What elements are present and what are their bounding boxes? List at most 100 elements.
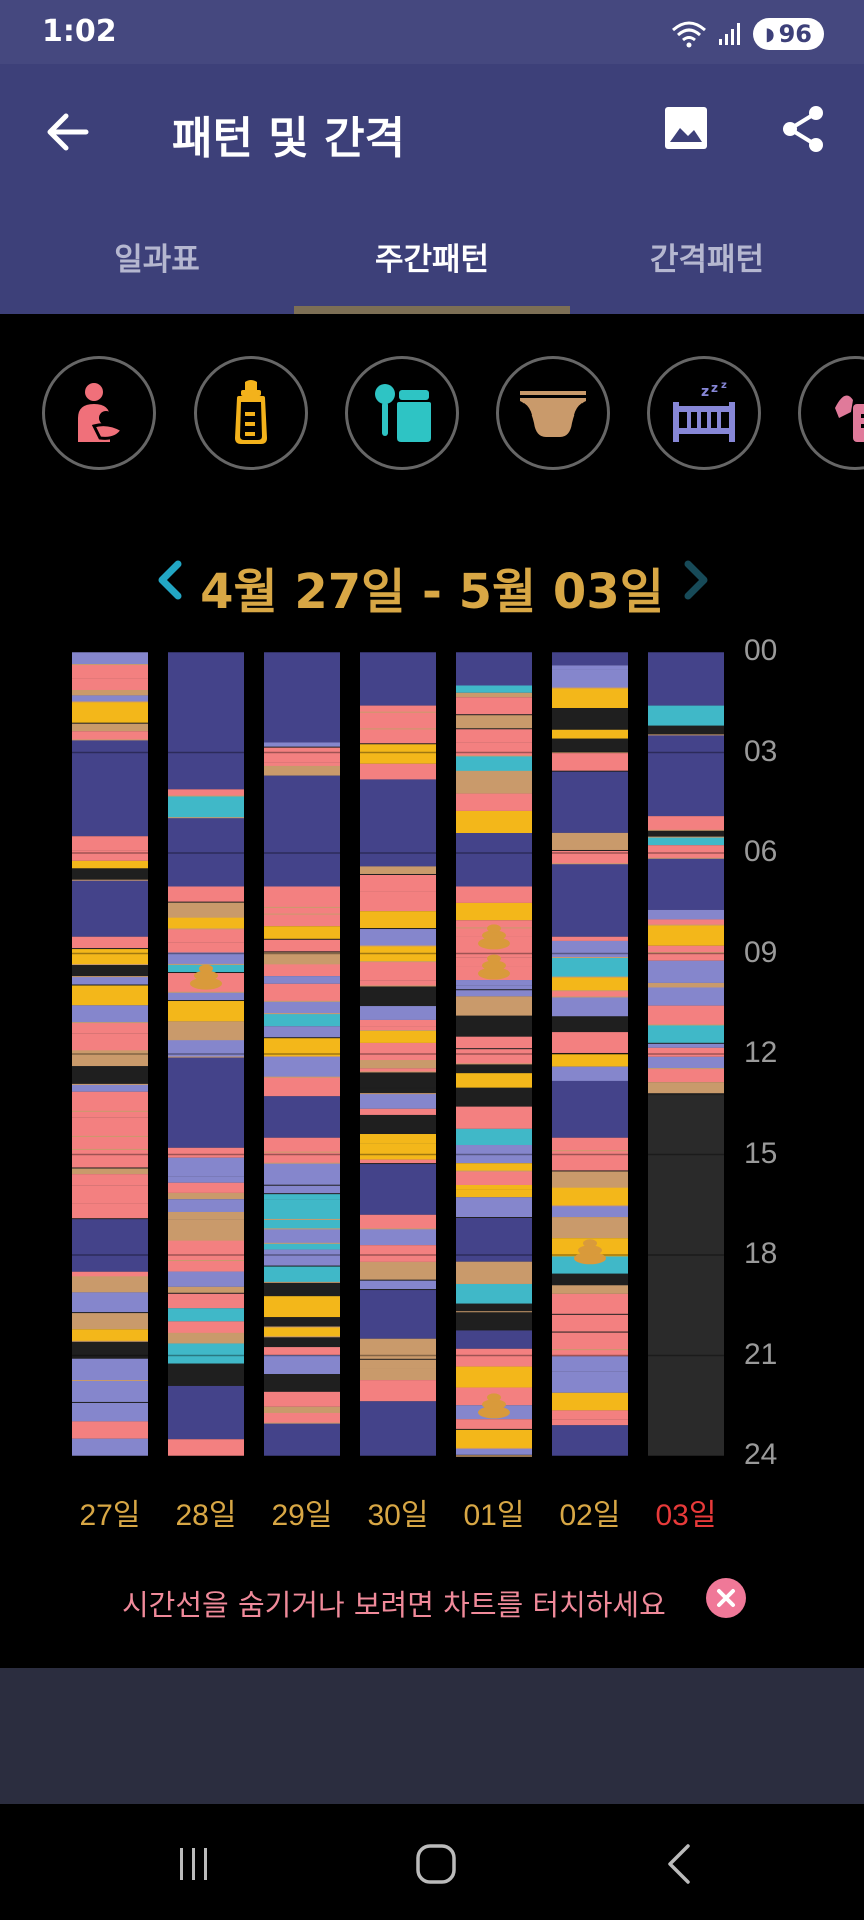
- activity-segment: [456, 1049, 532, 1065]
- close-icon: [717, 1589, 735, 1607]
- activity-segment: [264, 1266, 340, 1283]
- activity-segment: [552, 1356, 628, 1372]
- tab-interval-pattern[interactable]: 간격패턴: [582, 234, 832, 279]
- activity-segment: [168, 1286, 244, 1294]
- svg-text:z: z: [701, 384, 709, 400]
- pump-icon: [835, 395, 864, 442]
- day-tick-label: 02일: [559, 1499, 621, 1532]
- back-button[interactable]: [40, 104, 96, 160]
- system-navigation-bar: [0, 1804, 864, 1920]
- hour-tick-label: 09: [744, 935, 778, 969]
- activity-segment: [264, 1194, 340, 1200]
- activity-segment: [264, 1337, 340, 1348]
- activity-segment: [456, 1312, 532, 1331]
- activity-segment: [552, 708, 628, 730]
- activity-segment: [360, 744, 436, 764]
- activity-segment: [456, 1171, 532, 1185]
- activity-segment: [552, 1410, 628, 1420]
- activity-segment: [72, 850, 148, 861]
- pump-filter[interactable]: [798, 356, 864, 470]
- activity-segment: [360, 1380, 436, 1402]
- image-button[interactable]: [662, 104, 718, 160]
- activity-segment: [360, 891, 436, 912]
- activity-segment: [360, 1061, 436, 1069]
- activity-segment: [456, 1036, 532, 1050]
- activity-segment: [264, 1391, 340, 1407]
- activity-segment: [168, 1261, 244, 1272]
- activity-segment: [648, 1047, 724, 1057]
- activity-segment: [72, 1329, 148, 1342]
- activity-segment: [168, 1308, 244, 1322]
- home-button[interactable]: [396, 1834, 476, 1894]
- status-icons: ◗ 96: [671, 18, 824, 50]
- activity-segment: [648, 909, 724, 920]
- activity-segment: [648, 837, 724, 846]
- activity-segment: [168, 1001, 244, 1022]
- activity-segment: [264, 1185, 340, 1195]
- activity-segment: [552, 832, 628, 851]
- activity-segment: [648, 960, 724, 983]
- activity-segment: [360, 1134, 436, 1144]
- next-week-button[interactable]: [676, 548, 716, 612]
- sleep-filter[interactable]: z z z: [647, 356, 761, 470]
- activity-segment: [72, 1066, 148, 1079]
- bottle-filter[interactable]: [194, 356, 308, 470]
- activity-segment: [648, 1043, 724, 1048]
- activity-segment: [72, 1277, 148, 1293]
- activity-segment: [456, 1128, 532, 1146]
- activity-segment: [72, 1111, 148, 1118]
- share-button[interactable]: [778, 104, 834, 160]
- day-tick-label: 01일: [463, 1499, 525, 1532]
- activity-segment: [552, 958, 628, 978]
- activity-segment: [168, 1271, 244, 1287]
- activity-segment: [456, 833, 532, 887]
- activity-segment: [72, 1203, 148, 1220]
- day-tick-label: 29일: [271, 1499, 333, 1532]
- tab-daily-schedule[interactable]: 일과표: [32, 234, 282, 279]
- activity-segment: [168, 952, 244, 965]
- activity-segment: [264, 983, 340, 1002]
- activity-segment: [72, 1117, 148, 1137]
- activity-segment: [360, 1290, 436, 1339]
- diaper-icon: [520, 391, 586, 437]
- activity-segment: [168, 1219, 244, 1241]
- activity-separator: [648, 1093, 724, 1096]
- activity-segment: [72, 740, 148, 837]
- activity-segment: [72, 1091, 148, 1112]
- activity-segment: [456, 652, 532, 686]
- battery-leaf-icon: ◗: [765, 23, 775, 45]
- activity-segment: [168, 1363, 244, 1386]
- recent-apps-button[interactable]: [154, 1834, 234, 1894]
- activity-segment: [456, 1429, 532, 1449]
- activity-segment: [264, 939, 340, 953]
- activity-segment: [168, 789, 244, 797]
- activity-segment: [552, 669, 628, 689]
- activity-segment: [552, 1137, 628, 1152]
- activity-segment: [552, 771, 628, 833]
- tab-weekly-pattern[interactable]: 주간패턴: [307, 234, 557, 279]
- weekly-pattern-chart[interactable]: [0, 640, 864, 1460]
- activity-segment: [648, 953, 724, 961]
- hint-close-button[interactable]: [706, 1578, 746, 1618]
- activity-segment: [360, 1094, 436, 1109]
- activity-segment: [456, 1303, 532, 1313]
- activity-segment: [552, 1425, 628, 1456]
- activity-segment: [168, 1040, 244, 1058]
- activity-segment: [648, 1025, 724, 1044]
- weekly-pattern-svg[interactable]: [0, 640, 864, 1460]
- activity-segment: [264, 766, 340, 776]
- activity-segment: [360, 1359, 436, 1369]
- page-title: 패턴 및 간격: [172, 113, 406, 164]
- activity-segment: [168, 942, 244, 953]
- activity-segment: [552, 977, 628, 992]
- activity-segment: [264, 1412, 340, 1424]
- activity-segment: [360, 1401, 436, 1456]
- breastfeeding-filter[interactable]: [42, 356, 156, 470]
- activity-segment: [168, 902, 244, 918]
- activity-segment: [456, 1163, 532, 1172]
- activity-segment: [360, 1261, 436, 1281]
- baby-food-filter[interactable]: [345, 356, 459, 470]
- system-back-button[interactable]: [640, 1834, 720, 1894]
- diaper-filter[interactable]: [496, 356, 610, 470]
- activity-segment: [552, 729, 628, 739]
